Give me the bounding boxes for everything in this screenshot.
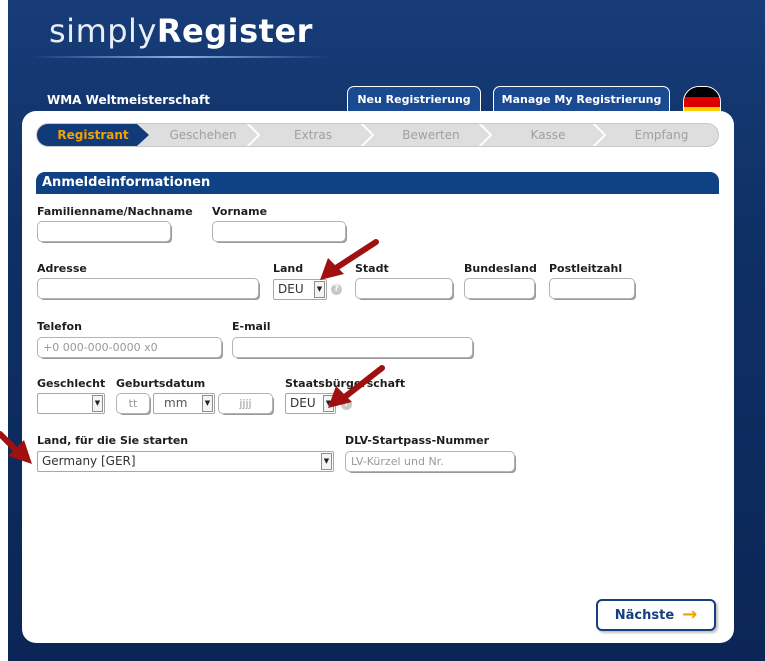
month-value: mm <box>164 396 188 410</box>
country-label: Land <box>273 262 304 275</box>
dlv-input[interactable]: LV-Kürzel und Nr. <box>345 451 515 472</box>
address-input[interactable] <box>37 278 259 299</box>
section-header: Anmeldeinformationen <box>36 172 719 194</box>
step-geschehen: Geschehen <box>169 128 237 142</box>
year-input[interactable]: jjjj <box>218 393 273 414</box>
step-separator-icon <box>592 124 607 146</box>
annotation-arrow-icon <box>320 239 379 280</box>
step-extras: Extras <box>294 128 332 142</box>
progress-steps: Registrant Geschehen Extras Bewerten Kas… <box>36 123 719 147</box>
email-label: E-mail <box>232 320 271 333</box>
month-select[interactable]: mm ▼ <box>153 393 215 414</box>
first-name-label: Vorname <box>212 205 268 218</box>
zip-label: Postleitzahl <box>549 262 623 275</box>
state-label: Bundesland <box>464 262 537 275</box>
compete-country-select[interactable]: Germany [GER] ▼ <box>37 451 334 472</box>
last-name-label: Familienname/Nachname <box>37 205 193 218</box>
compete-country-label: Land, für die Sie starten <box>37 434 189 447</box>
address-label: Adresse <box>37 262 87 275</box>
tab-new-registration[interactable]: Neu Registrierung <box>347 86 481 112</box>
gender-select[interactable]: ▼ <box>37 393 105 414</box>
step-registrant: Registrant <box>37 124 149 146</box>
dropdown-arrow-icon[interactable]: ▼ <box>202 395 213 412</box>
phone-label: Telefon <box>37 320 82 333</box>
day-input[interactable]: tt <box>116 393 150 414</box>
help-icon[interactable]: ? <box>331 284 342 295</box>
step-separator-icon <box>246 124 261 146</box>
dropdown-arrow-icon[interactable]: ▼ <box>314 281 325 298</box>
next-button-label: Nächste <box>614 607 675 623</box>
dlv-label: DLV-Startpass-Nummer <box>345 434 489 447</box>
dropdown-arrow-icon[interactable]: ▼ <box>321 453 332 470</box>
event-title: WMA Weltmeisterschaft <box>47 93 210 107</box>
step-bewerten: Bewerten <box>402 128 460 142</box>
logo-underline <box>30 56 330 58</box>
step-kasse: Kasse <box>530 128 566 142</box>
country-value: DEU <box>278 282 304 296</box>
gender-label: Geschlecht <box>37 377 106 390</box>
annotation-arrow-icon <box>0 431 32 464</box>
state-input[interactable] <box>464 278 535 299</box>
dropdown-arrow-icon[interactable]: ▼ <box>92 395 103 412</box>
annotation-arrow-icon <box>328 365 385 408</box>
next-button[interactable]: Nächste → <box>596 599 716 631</box>
last-name-input[interactable] <box>37 221 171 242</box>
step-separator-icon <box>478 124 493 146</box>
zip-input[interactable] <box>549 278 635 299</box>
country-select[interactable]: DEU ▼ <box>273 279 327 300</box>
tab-manage-registration[interactable]: Manage My Registrierung <box>493 86 670 112</box>
citizenship-value: DEU <box>290 396 316 410</box>
phone-input[interactable]: +0 000-000-0000 x0 <box>37 337 222 358</box>
brand-logo: simplyRegister <box>49 12 313 50</box>
arrow-right-icon: → <box>682 604 698 625</box>
step-empfang: Empfang <box>634 128 689 142</box>
birthdate-label: Geburtsdatum <box>116 377 206 390</box>
step-separator-icon <box>360 124 375 146</box>
email-input[interactable] <box>232 337 473 358</box>
compete-country-value: Germany [GER] <box>42 454 136 468</box>
